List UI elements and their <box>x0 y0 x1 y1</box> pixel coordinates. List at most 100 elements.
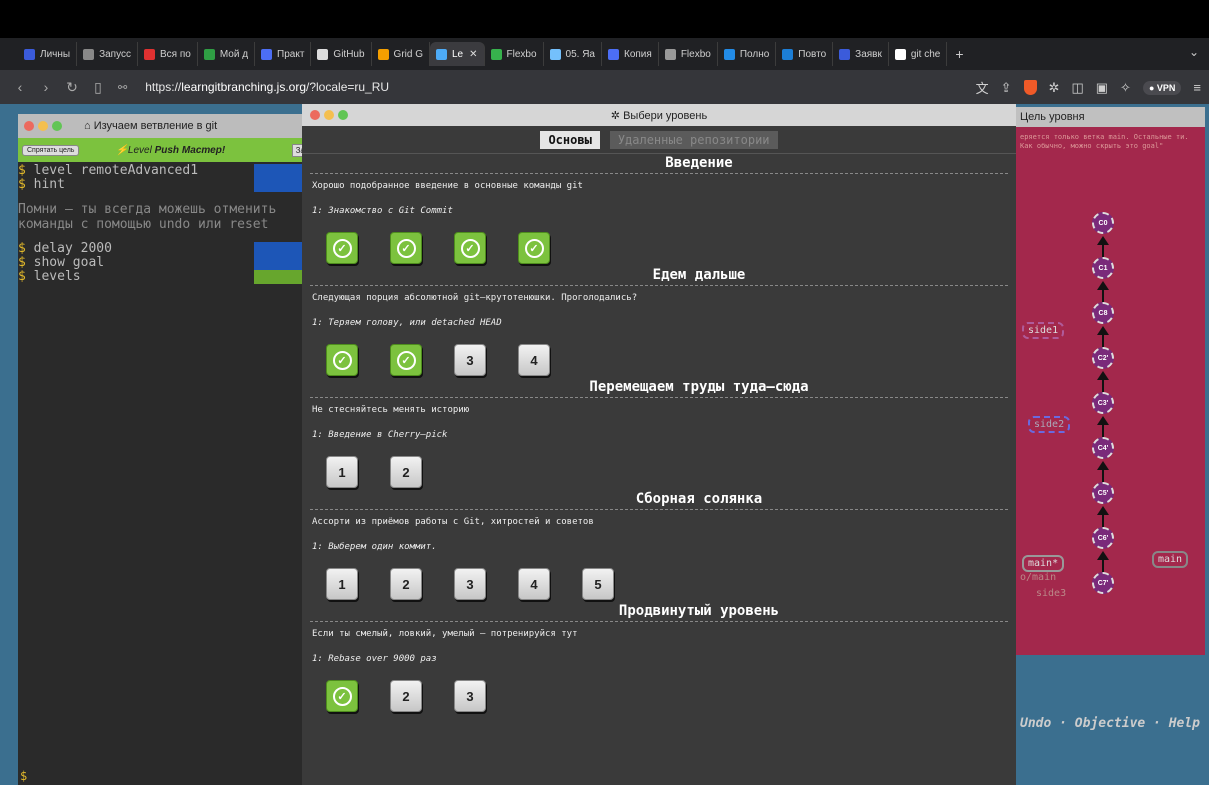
browser-tab[interactable]: Личны <box>18 42 78 66</box>
favicon-icon <box>723 48 735 60</box>
tab-label: Практ <box>277 48 305 60</box>
section-heading: Введение <box>665 155 733 171</box>
arrow-up-icon <box>1097 236 1109 245</box>
url-field[interactable]: https://learngitbranching.js.org/?locale… <box>145 80 389 94</box>
tab-list-chevron-icon[interactable]: ⌄ <box>1189 45 1199 59</box>
translate-icon[interactable]: 文 <box>976 78 989 97</box>
terminal-prompt[interactable]: $ <box>20 769 27 783</box>
favicon-icon <box>261 48 273 60</box>
level-button[interactable]: ✓ <box>326 232 358 264</box>
favicon-icon <box>782 48 794 60</box>
level-button[interactable]: 4 <box>518 344 550 376</box>
commit-node: C8 <box>1092 302 1114 324</box>
browser-tab[interactable]: Grid G <box>372 42 430 66</box>
tab-remote[interactable]: Удаленные репозитории <box>609 130 778 149</box>
url-path: /?locale=ru_RU <box>306 80 390 94</box>
arrow-up-icon <box>1097 506 1109 515</box>
reload-icon[interactable]: ↻ <box>66 79 78 96</box>
browser-tab[interactable]: git che <box>889 42 948 66</box>
browser-tab[interactable]: Повто <box>776 42 834 66</box>
tab-label: Вся по <box>159 48 191 60</box>
maximize-dot-icon[interactable] <box>52 121 62 131</box>
branch-main-star: main* <box>1022 555 1065 572</box>
level-button[interactable]: ✓ <box>326 680 358 712</box>
browser-tab[interactable]: Вся по <box>138 42 198 66</box>
browser-tab[interactable]: Мой д <box>198 42 256 66</box>
level-button[interactable]: 2 <box>390 568 422 600</box>
leo-icon[interactable]: ✧ <box>1120 80 1131 96</box>
browser-tab[interactable]: Flexbo <box>485 42 544 66</box>
modal-close-dot-icon[interactable] <box>310 110 320 120</box>
section-next-level: 1: Выберем один коммит. <box>312 542 437 552</box>
browser-tab[interactable]: Практ <box>255 42 312 66</box>
site-settings-icon[interactable]: ⚯ <box>118 81 127 94</box>
browser-tab[interactable]: 05. Яа <box>544 42 602 66</box>
level-button[interactable]: 3 <box>454 568 486 600</box>
level-number: 2 <box>402 464 410 480</box>
minimize-dot-icon[interactable] <box>38 121 48 131</box>
tab-strip: Личны Запусс Вся по Мой д Практ GitHub Grid G L… <box>0 38 1209 70</box>
level-section: Продвинутый уровень Если ты смелый, ловки… <box>302 602 1016 714</box>
level-buttons: ✓ ✓ ✓ ✓ <box>326 232 1016 266</box>
level-button[interactable]: 3 <box>454 680 486 712</box>
hide-goal-button[interactable]: Спрятать цель <box>22 144 80 156</box>
browser-tab[interactable]: GitHub <box>311 42 372 66</box>
level-button[interactable]: ✓ <box>390 232 422 264</box>
back-icon[interactable]: ‹ <box>14 79 26 95</box>
help-links[interactable]: Undo · Objective · Help <box>1020 716 1200 731</box>
modal-maximize-dot-icon[interactable] <box>338 110 348 120</box>
browser-tab[interactable]: Полно <box>718 42 777 66</box>
bookmark-icon[interactable]: ▯ <box>92 79 104 96</box>
vpn-button[interactable]: ● VPN <box>1142 80 1182 95</box>
section-next-level: 1: Введение в Cherry–pick <box>312 430 448 440</box>
tab-label: Мой д <box>219 48 249 60</box>
tab-label: Заявк <box>855 48 882 60</box>
level-button[interactable]: ✓ <box>454 232 486 264</box>
sidebar-icon[interactable]: ◫ <box>1071 80 1083 96</box>
close-dot-icon[interactable] <box>24 121 34 131</box>
tab-label: Полно <box>739 48 770 60</box>
close-tab-icon[interactable]: ✕ <box>469 49 477 60</box>
address-bar: ‹ › ↻ ▯ ⚯ https://learngitbranching.js.o… <box>0 70 1209 104</box>
terminal-title: Изучаем ветвление в git <box>93 120 218 132</box>
tab-label: Flexbo <box>506 48 537 60</box>
share-icon[interactable]: ⇪ <box>1001 80 1012 96</box>
level-button[interactable]: ✓ <box>326 344 358 376</box>
arrow-up-icon <box>1097 416 1109 425</box>
branch-side1: side1 <box>1022 322 1065 339</box>
browser-tab[interactable]: Копия <box>602 42 659 66</box>
favicon-icon <box>490 48 502 60</box>
tab-label: Запусс <box>99 48 131 60</box>
forward-icon[interactable]: › <box>40 79 52 95</box>
level-button[interactable]: 3 <box>454 344 486 376</box>
level-button[interactable]: 2 <box>390 680 422 712</box>
browser-tab[interactable]: Le ✕ <box>430 42 485 66</box>
level-number: 3 <box>466 576 474 592</box>
level-button[interactable]: 2 <box>390 456 422 488</box>
checkmark-icon: ✓ <box>460 238 480 258</box>
section-heading: Перемещаем труды туда–сюда <box>589 379 809 395</box>
tab-label: Grid G <box>393 48 423 60</box>
commit-node: C4' <box>1092 437 1114 459</box>
browser-tab[interactable]: Запусс <box>77 42 138 66</box>
extensions-icon[interactable]: ✲ <box>1049 80 1060 96</box>
browser-tab[interactable]: Заявк <box>833 42 889 66</box>
menu-icon[interactable]: ≡ <box>1193 80 1201 95</box>
browser-tab[interactable]: Flexbo <box>659 42 718 66</box>
modal-minimize-dot-icon[interactable] <box>324 110 334 120</box>
level-button[interactable]: ✓ <box>518 232 550 264</box>
brave-shield-icon[interactable] <box>1023 80 1037 95</box>
wallet-icon[interactable]: ▣ <box>1096 80 1108 96</box>
level-button[interactable]: ✓ <box>390 344 422 376</box>
level-button[interactable]: 1 <box>326 568 358 600</box>
new-tab-icon[interactable]: + <box>955 46 963 62</box>
section-description: Ассорти из приёмов работы с Git, хитрост… <box>312 517 594 527</box>
level-button[interactable]: 4 <box>518 568 550 600</box>
level-button[interactable]: 5 <box>582 568 614 600</box>
terminal-titlebar: ⌂ Изучаем ветвление в git <box>18 114 318 138</box>
favicon-icon <box>83 48 95 60</box>
vpn-label: VPN <box>1156 82 1176 93</box>
level-number: 3 <box>466 352 474 368</box>
tab-basics[interactable]: Основы <box>540 130 600 149</box>
level-button[interactable]: 1 <box>326 456 358 488</box>
